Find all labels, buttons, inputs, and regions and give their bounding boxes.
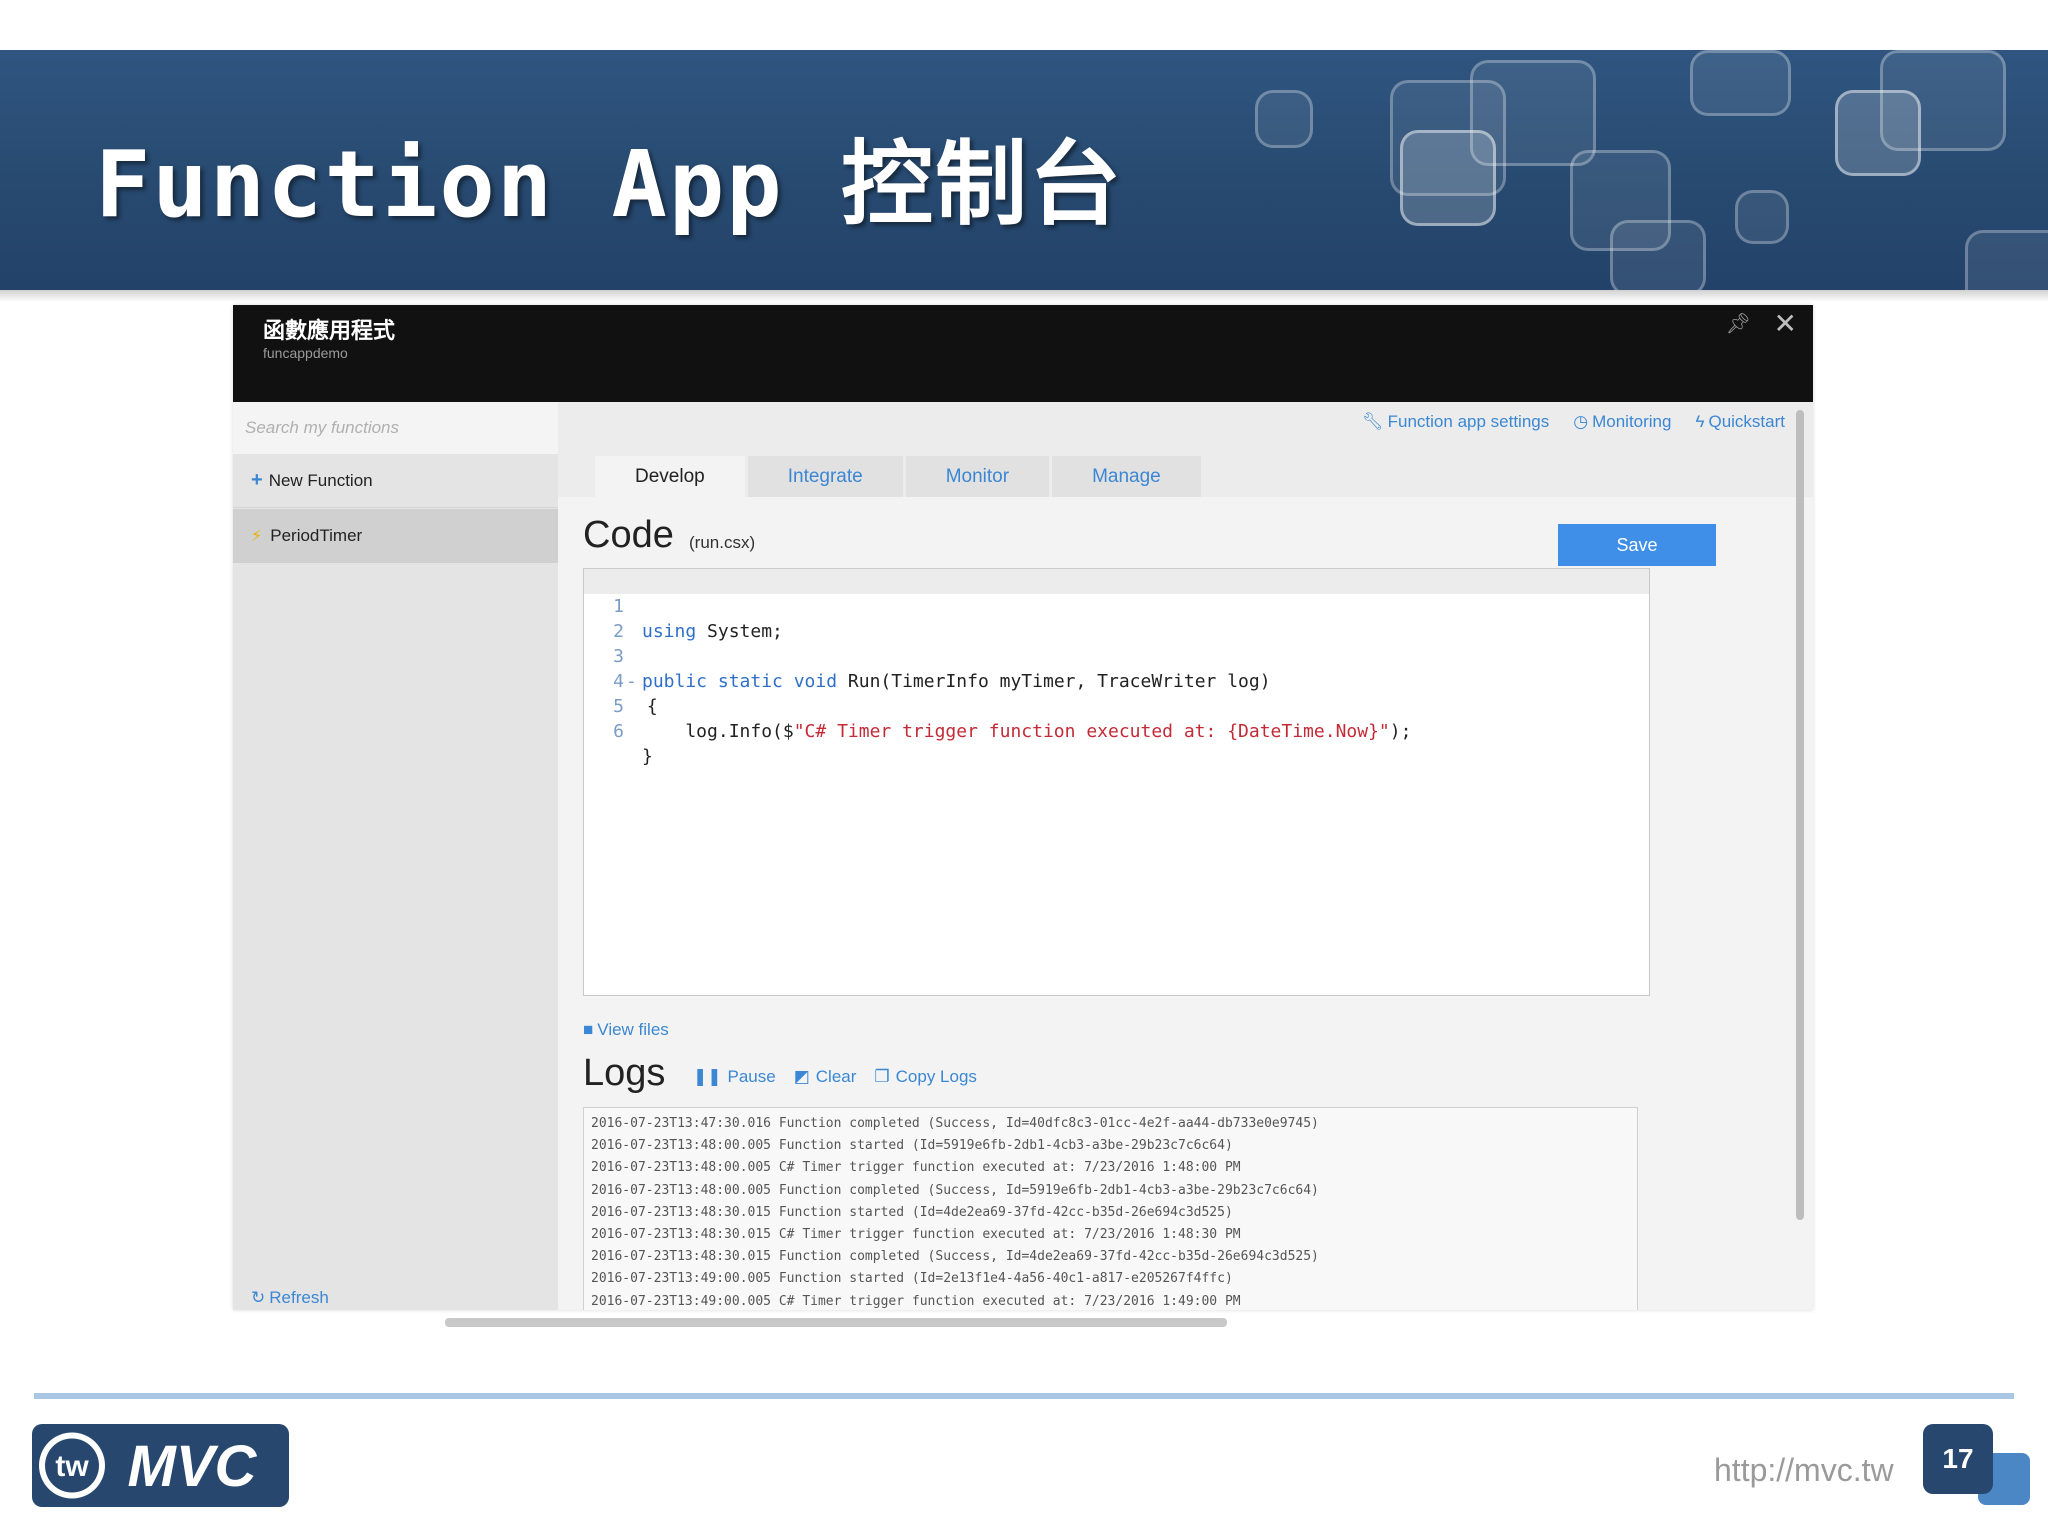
window-title: 函數應用程式: [263, 318, 396, 343]
function-app-settings-link[interactable]: 🔧︎ Function app settings: [1362, 412, 1549, 432]
clear-button[interactable]: ◩ Clear: [794, 1067, 857, 1087]
decor-square: [1965, 230, 2048, 290]
tab-monitor[interactable]: Monitor: [905, 456, 1050, 497]
vertical-scrollbar[interactable]: [1796, 410, 1804, 1220]
view-files-link[interactable]: ■ View files: [583, 1020, 669, 1040]
top-bar: 🔧︎ Function app settings ◷ Monitoring ϟ Qui…: [558, 402, 1813, 497]
page-url: http://mvc.tw: [1714, 1452, 1894, 1488]
log-line: 2016-07-23T13:49:00.005 C# Timer trigger…: [591, 1293, 1241, 1309]
footer-rule: [34, 1393, 2014, 1399]
logs-heading: Logs: [583, 1052, 666, 1094]
banner-shadow: [0, 290, 2048, 302]
code-line: 6 }: [584, 694, 1649, 767]
decor-square: [1690, 50, 1791, 116]
tab-develop[interactable]: Develop: [595, 456, 745, 497]
code-text: log.Info($"C# Timer trigger function exe…: [642, 719, 1411, 744]
monitoring-link[interactable]: ◷ Monitoring: [1573, 412, 1671, 432]
sidebar-item-periodtimer[interactable]: ⚡︎ PeriodTimer: [233, 509, 558, 563]
settings-label: Function app settings: [1387, 412, 1550, 431]
quickstart-label: Quickstart: [1708, 412, 1785, 431]
main-panel: 🔧︎ Function app settings ◷ Monitoring ϟ Qui…: [558, 402, 1813, 1310]
copy-logs-label: Copy Logs: [895, 1067, 977, 1086]
decor-square: [1255, 90, 1313, 148]
clock-icon: ◷: [1573, 412, 1589, 431]
code-line: 5 log.Info($"C# Timer trigger function e…: [584, 669, 1649, 742]
log-actions: ❚❚ Pause ◩ Clear ❐ Copy Logs: [693, 1067, 977, 1087]
new-function-label: New Function: [268, 470, 373, 490]
logo-text: MVC: [128, 1434, 258, 1499]
log-line: 2016-07-23T13:48:30.015 Function started…: [591, 1204, 1233, 1220]
decor-square: [1610, 220, 1706, 290]
log-line: 2016-07-23T13:47:30.016 Function complet…: [591, 1116, 1319, 1131]
log-line: 2016-07-23T13:48:00.005 C# Timer trigger…: [591, 1160, 1241, 1176]
eraser-icon: ◩: [793, 1067, 810, 1086]
horizontal-scrollbar[interactable]: [445, 1318, 1227, 1327]
pause-label: Pause: [727, 1067, 776, 1086]
code-heading: Code: [583, 514, 674, 556]
tab-bar: Develop Integrate Monitor Manage: [595, 456, 1201, 497]
slide-title: Function App 控制台: [95, 131, 1124, 238]
lightning-icon: ⚡︎: [251, 528, 263, 545]
pin-icon[interactable]: 📌︎: [1726, 311, 1751, 336]
tab-integrate[interactable]: Integrate: [747, 456, 903, 497]
log-line: 2016-07-23T13:48:00.005 Function started…: [591, 1138, 1233, 1154]
view-files-label: View files: [597, 1020, 669, 1039]
function-name: PeriodTimer: [270, 526, 363, 545]
pause-icon: ❚❚: [693, 1067, 722, 1086]
page-number: 17: [1923, 1424, 1993, 1494]
save-button[interactable]: Save: [1558, 524, 1716, 566]
pause-button[interactable]: ❚❚ Pause: [693, 1067, 776, 1087]
code-line: 4- {: [584, 644, 1649, 717]
wrench-icon: 🔧︎: [1362, 412, 1384, 431]
copy-icon: ❐: [874, 1067, 890, 1086]
logo-badge-text: tw: [55, 1450, 89, 1483]
tab-manage[interactable]: Manage: [1052, 456, 1201, 497]
log-output[interactable]: 2016-07-23T13:47:30.016 Function complet…: [583, 1107, 1638, 1310]
copy-logs-button[interactable]: ❐ Copy Logs: [874, 1067, 977, 1087]
code-line: 1 using System;: [584, 569, 1649, 642]
title-banner: Function App 控制台: [0, 50, 2048, 290]
log-line: 2016-07-23T13:49:00.005 Function started…: [591, 1271, 1233, 1287]
log-line: 2016-07-23T13:48:30.015 Function complet…: [591, 1249, 1319, 1265]
monitoring-label: Monitoring: [1592, 412, 1672, 431]
plus-icon: +: [251, 469, 263, 491]
search-functions-input[interactable]: [233, 402, 558, 454]
top-links: 🔧︎ Function app settings ◷ Monitoring ϟ Qui…: [1362, 412, 1785, 432]
code-line: 2: [584, 594, 1649, 642]
window-header: 函數應用程式 funcappdemo 📌︎ ✕: [233, 305, 1813, 402]
code-post: );: [1389, 721, 1412, 742]
log-line: 2016-07-23T13:48:30.015 C# Timer trigger…: [591, 1227, 1241, 1243]
log-line: 2016-07-23T13:48:00.005 Function complet…: [591, 1182, 1319, 1198]
folder-icon: ■: [583, 1020, 594, 1039]
mvc-logo: tw MVC: [32, 1424, 289, 1507]
decor-square: [1470, 60, 1596, 166]
close-icon[interactable]: ✕: [1774, 307, 1797, 340]
refresh-icon: ↻: [251, 1288, 266, 1307]
window-subtitle: funcappdemo: [263, 345, 348, 361]
code-filename: (run.csx): [689, 533, 756, 552]
lightning-icon: ϟ: [1695, 412, 1705, 431]
code-text: }: [642, 746, 653, 767]
code-editor[interactable]: 1 using System; 2 3 public static void R…: [583, 568, 1650, 996]
code-line: 3 public static void Run(TimerInfo myTim…: [584, 619, 1649, 692]
decor-square: [1735, 190, 1789, 244]
new-function-button[interactable]: + New Function: [233, 454, 558, 508]
decor-square: [1880, 50, 2006, 151]
clear-label: Clear: [815, 1067, 857, 1086]
code-string: "C# Timer trigger function executed at: …: [793, 721, 1390, 742]
function-app-window: 函數應用程式 funcappdemo 📌︎ ✕ + New Function ⚡…: [233, 305, 1813, 1310]
refresh-button[interactable]: ↻ Refresh: [251, 1286, 329, 1310]
sidebar: + New Function ⚡︎ PeriodTimer ↻ Refresh: [233, 402, 558, 1310]
quickstart-link[interactable]: ϟ Quickstart: [1695, 412, 1785, 432]
refresh-label: Refresh: [269, 1288, 329, 1307]
line-number: 6: [613, 721, 624, 742]
